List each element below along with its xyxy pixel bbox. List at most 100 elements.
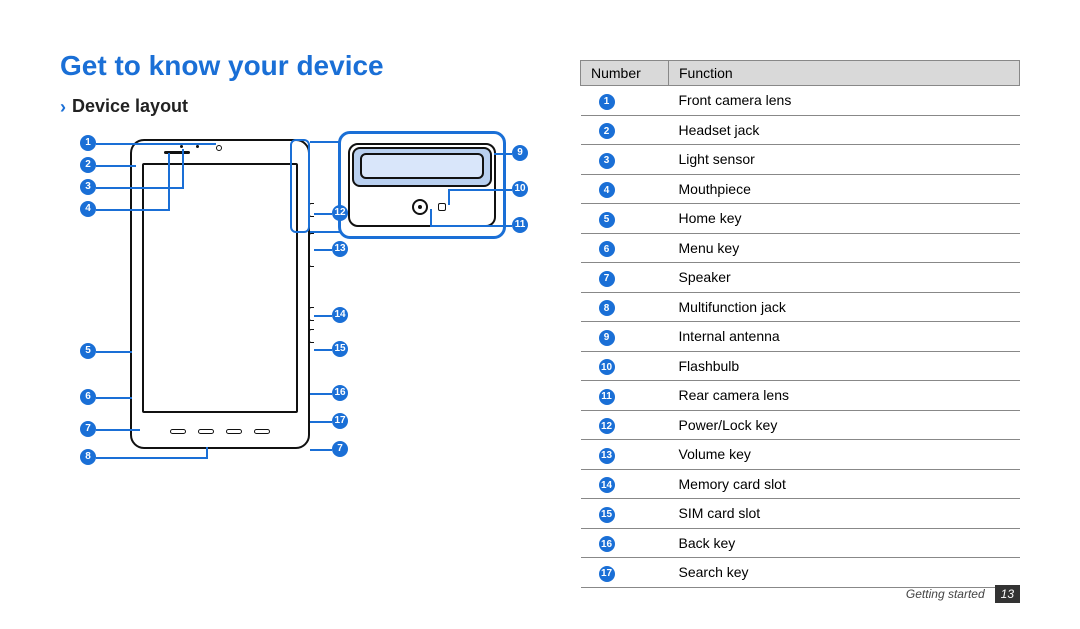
chevron-right-icon: › (60, 98, 66, 116)
callout-line (314, 213, 332, 215)
table-cell-number: 2 (581, 115, 669, 145)
callout-line (310, 393, 332, 395)
device-diagram: 1 2 3 4 5 6 7 8 12 13 14 (60, 129, 520, 509)
callout-badge: 16 (332, 385, 348, 401)
callout-line (168, 153, 170, 211)
callout-line (96, 143, 216, 145)
callout-line (314, 249, 332, 251)
table-cell-function: Memory card slot (669, 469, 1020, 499)
table-cell-number: 17 (581, 558, 669, 588)
callout-badge: 9 (512, 145, 528, 161)
table-cell-number: 11 (581, 381, 669, 411)
callout-badge: 7 (80, 421, 96, 437)
callout-badge: 4 (80, 201, 96, 217)
callout-line (310, 449, 332, 451)
page-footer: Getting started 13 (906, 585, 1020, 603)
side-slot-icon (309, 329, 314, 343)
table-cell-number: 1 (581, 86, 669, 116)
table-cell-function: Light sensor (669, 145, 1020, 175)
callout-badge: 3 (80, 179, 96, 195)
callout-line (310, 421, 332, 423)
callout-line (494, 153, 512, 155)
callout-line (448, 189, 512, 191)
number-badge-icon: 11 (599, 389, 615, 405)
callout-line (430, 225, 512, 227)
callout-line (314, 349, 332, 351)
table-row: 14 Memory card slot (581, 469, 1020, 499)
callout-badge: 10 (512, 181, 528, 197)
number-badge-icon: 17 (599, 566, 615, 582)
table-cell-function: SIM card slot (669, 499, 1020, 529)
number-badge-icon: 16 (599, 536, 615, 552)
table-cell-function: Rear camera lens (669, 381, 1020, 411)
table-row: 10Flashbulb (581, 351, 1020, 381)
function-table: Number Function 1Front camera lens2Heads… (580, 60, 1020, 588)
table-cell-number: 10 (581, 351, 669, 381)
callout-badge: 2 (80, 157, 96, 173)
callout-badge: 13 (332, 241, 348, 257)
number-badge-icon: 6 (599, 241, 615, 257)
table-cell-function: Home key (669, 204, 1020, 234)
table-cell-number: 9 (581, 322, 669, 352)
callout-line (96, 209, 168, 211)
table-cell-function: Mouthpiece (669, 174, 1020, 204)
table-cell-number: 12 (581, 410, 669, 440)
table-cell-number: 5 (581, 204, 669, 234)
number-badge-icon: 9 (599, 330, 615, 346)
table-cell-function: Volume key (669, 440, 1020, 470)
number-badge-icon: 14 (599, 477, 615, 493)
antenna-band-inner-icon (360, 153, 484, 179)
table-cell-number: 8 (581, 292, 669, 322)
table-cell-function: Search key (669, 558, 1020, 588)
sensor-dot-icon (196, 145, 199, 148)
table-row: 17 Search key (581, 558, 1020, 588)
table-cell-function: Speaker (669, 263, 1020, 293)
callout-badge: 11 (512, 217, 528, 233)
table-cell-function: Back key (669, 528, 1020, 558)
table-row: 5Home key (581, 204, 1020, 234)
hw-button-icon (170, 429, 186, 434)
callout-line (448, 189, 450, 205)
device-screen-outline (142, 163, 298, 413)
callout-badge: 12 (332, 205, 348, 221)
section-heading: › Device layout (60, 96, 540, 117)
number-badge-icon: 10 (599, 359, 615, 375)
callout-line (96, 429, 140, 431)
section-title: Device layout (72, 96, 188, 117)
callout-line (430, 209, 432, 227)
side-slot-icon (309, 307, 314, 321)
table-cell-number: 14 (581, 469, 669, 499)
table-cell-number: 6 (581, 233, 669, 263)
callout-line (182, 149, 184, 189)
table-cell-number: 16 (581, 528, 669, 558)
number-badge-icon: 1 (599, 94, 615, 110)
number-badge-icon: 2 (599, 123, 615, 139)
table-row: 7 Speaker (581, 263, 1020, 293)
table-cell-function: Front camera lens (669, 86, 1020, 116)
number-badge-icon: 13 (599, 448, 615, 464)
footer-page-number: 13 (995, 585, 1020, 603)
table-row: 1 Front camera lens (581, 86, 1020, 116)
hw-button-icon (198, 429, 214, 434)
hw-button-icon (226, 429, 242, 434)
callout-line (96, 165, 136, 167)
table-row: 12Power/Lock key (581, 410, 1020, 440)
number-badge-icon: 7 (599, 271, 615, 287)
table-row: 16 Back key (581, 528, 1020, 558)
callout-badge: 15 (332, 341, 348, 357)
page-title: Get to know your device (60, 50, 540, 82)
footer-section-label: Getting started (906, 587, 985, 601)
table-row: 13 Volume key (581, 440, 1020, 470)
table-cell-function: Internal antenna (669, 322, 1020, 352)
table-cell-function: Multifunction jack (669, 292, 1020, 322)
table-row: 3Light sensor (581, 145, 1020, 175)
callout-badge: 14 (332, 307, 348, 323)
table-row: 8Multifunction jack (581, 292, 1020, 322)
rear-camera-icon (412, 199, 428, 215)
zoom-connector-line (310, 231, 340, 233)
table-cell-number: 15 (581, 499, 669, 529)
table-header-function: Function (669, 61, 1020, 86)
table-cell-function: Power/Lock key (669, 410, 1020, 440)
callout-badge: 17 (332, 413, 348, 429)
table-row: 4Mouthpiece (581, 174, 1020, 204)
